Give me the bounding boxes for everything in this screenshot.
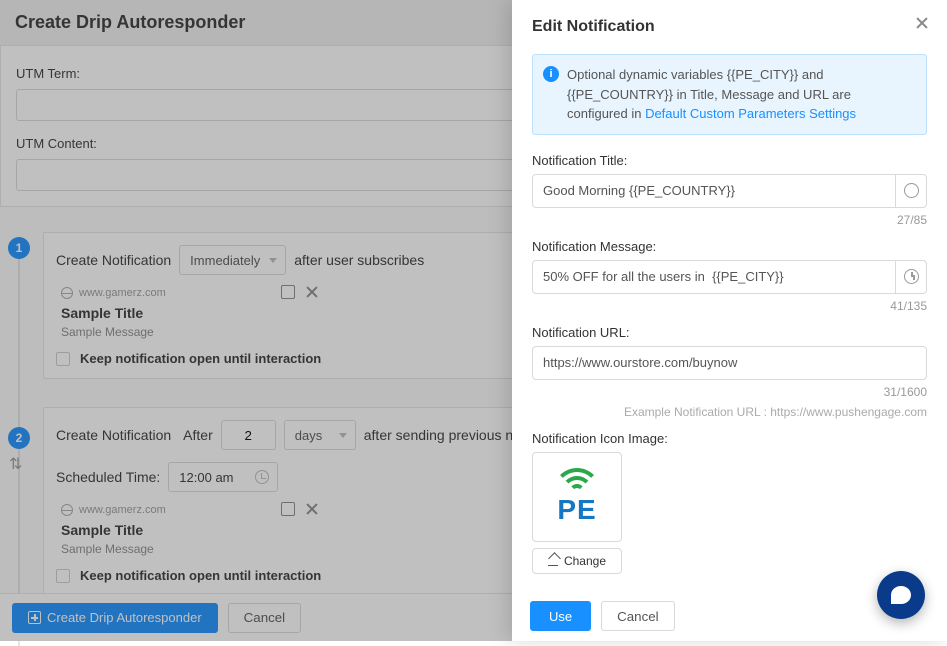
notification-icon-preview: PE xyxy=(532,452,622,542)
chat-icon xyxy=(891,586,911,604)
title-counter: 27/85 xyxy=(532,213,927,227)
emoji-icon[interactable] xyxy=(895,174,927,208)
info-banner: i Optional dynamic variables {{PE_CITY}}… xyxy=(532,54,927,135)
message-counter: 41/135 xyxy=(532,299,927,313)
step-badge-1: 1 xyxy=(8,237,30,259)
step-2-create-label: Create Notification xyxy=(56,427,171,443)
keep-open-label-2: Keep notification open until interaction xyxy=(80,568,321,583)
plus-icon xyxy=(28,611,41,624)
close-icon[interactable] xyxy=(305,285,319,299)
swap-icon[interactable]: ⇅ xyxy=(9,454,22,474)
chat-fab[interactable] xyxy=(877,571,925,619)
pe-logo-text: PE xyxy=(557,494,596,526)
step-2-delay-input[interactable] xyxy=(221,420,276,450)
chevron-down-icon xyxy=(269,258,277,263)
keep-open-checkbox-2[interactable] xyxy=(56,569,70,583)
globe-icon xyxy=(61,287,73,299)
pencil-icon xyxy=(548,556,558,566)
globe-icon xyxy=(61,504,73,516)
notification-url-input[interactable] xyxy=(532,346,927,380)
drawer-title: Edit Notification xyxy=(532,18,927,36)
step-2-unit-value: days xyxy=(295,428,322,443)
schedule-icon[interactable] xyxy=(895,260,927,294)
notification-title-input[interactable] xyxy=(532,174,927,208)
step-1-after-label: after user subscribes xyxy=(294,252,424,268)
change-icon-button[interactable]: Change xyxy=(532,548,622,574)
info-icon: i xyxy=(543,66,559,82)
step-1-timing-value: Immediately xyxy=(190,253,260,268)
gear-icon[interactable] xyxy=(281,285,295,299)
url-counter: 31/1600 xyxy=(532,385,927,399)
step-badge-2: 2 xyxy=(8,427,30,449)
step-2-sched-label: Scheduled Time: xyxy=(56,469,160,485)
step-1-site: www.gamerz.com xyxy=(79,287,166,299)
gear-icon[interactable] xyxy=(281,502,295,516)
step-2-unit-select[interactable]: days xyxy=(284,420,356,450)
message-label: Notification Message: xyxy=(532,239,927,254)
keep-open-checkbox-1[interactable] xyxy=(56,352,70,366)
title-label: Notification Title: xyxy=(532,153,927,168)
create-drip-button[interactable]: Create Drip Autoresponder xyxy=(12,603,218,633)
step-1-create-label: Create Notification xyxy=(56,252,171,268)
url-label: Notification URL: xyxy=(532,325,927,340)
page-footer: Create Drip Autoresponder Cancel xyxy=(0,593,512,641)
icon-label: Notification Icon Image: xyxy=(532,431,927,446)
close-icon[interactable] xyxy=(305,502,319,516)
change-icon-label: Change xyxy=(564,554,606,568)
step-2-sched-value: 12:00 am xyxy=(179,470,233,485)
use-button[interactable]: Use xyxy=(530,601,591,631)
info-link[interactable]: Default Custom Parameters Settings xyxy=(645,106,856,121)
url-example: Example Notification URL : https://www.p… xyxy=(532,405,927,419)
step-2-site: www.gamerz.com xyxy=(79,504,166,516)
step-1-timing-select[interactable]: Immediately xyxy=(179,245,286,275)
drawer-cancel-button[interactable]: Cancel xyxy=(601,601,675,631)
step-2-sched-input[interactable]: 12:00 am xyxy=(168,462,278,492)
clock-icon xyxy=(255,470,269,484)
drawer-close-icon[interactable] xyxy=(915,16,929,30)
step-2-after-label: After xyxy=(183,427,213,443)
keep-open-label-1: Keep notification open until interaction xyxy=(80,351,321,366)
create-drip-label: Create Drip Autoresponder xyxy=(47,610,202,625)
chevron-down-icon xyxy=(339,433,347,438)
cancel-button[interactable]: Cancel xyxy=(228,603,302,633)
edit-notification-drawer: Edit Notification i Optional dynamic var… xyxy=(512,0,947,641)
notification-message-input[interactable] xyxy=(532,260,927,294)
